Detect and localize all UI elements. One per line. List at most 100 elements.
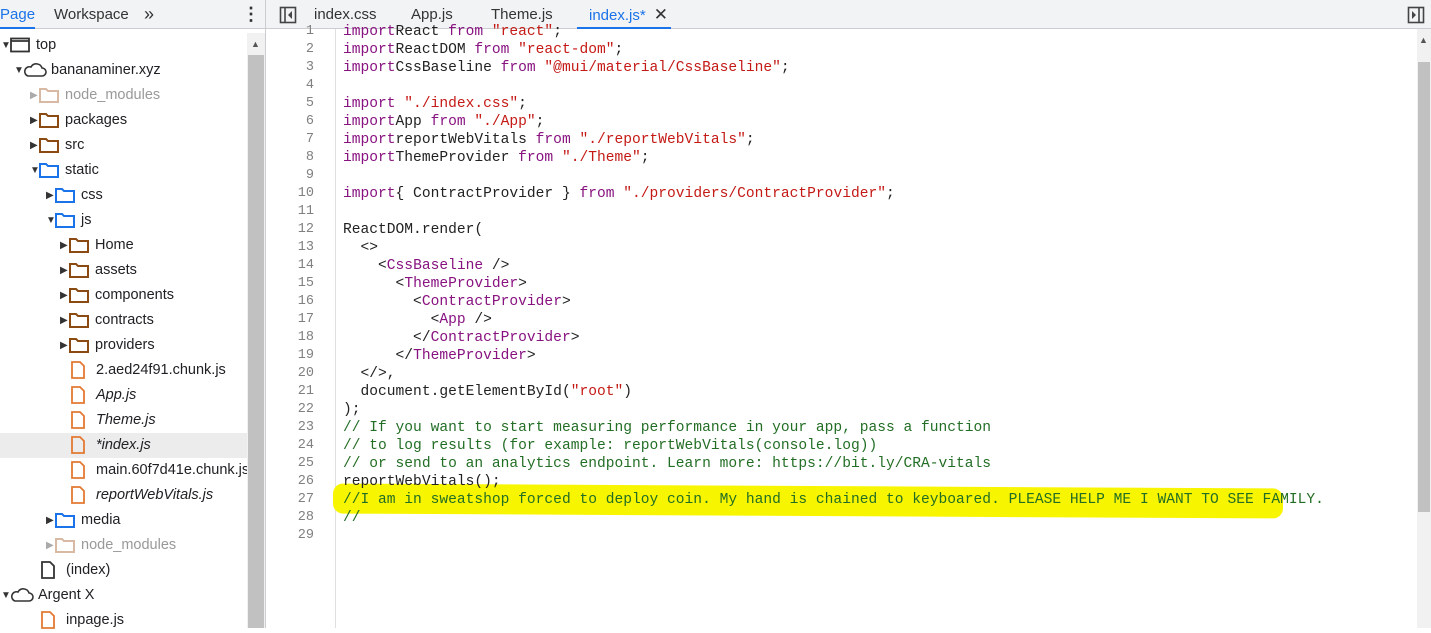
line-number[interactable]: 11 xyxy=(266,203,314,221)
tree-item[interactable]: ▼ top xyxy=(0,33,247,58)
tree-item[interactable]: ▶ node_modules xyxy=(0,83,247,108)
file-icon xyxy=(70,461,86,483)
tree-item[interactable]: Theme.js xyxy=(0,408,247,433)
caret-right-icon[interactable]: ▶ xyxy=(60,233,68,258)
line-number[interactable]: 24 xyxy=(266,437,314,455)
toggle-debugger-icon[interactable] xyxy=(1407,6,1425,24)
tree-item[interactable]: reportWebVitals.js xyxy=(0,483,247,508)
caret-right-icon[interactable]: ▶ xyxy=(60,333,68,358)
folder-icon xyxy=(55,212,75,233)
line-number[interactable]: 1 xyxy=(266,23,314,41)
tree-item[interactable]: *index.js xyxy=(0,433,247,458)
tree-item[interactable]: ▶ node_modules xyxy=(0,533,247,558)
line-number[interactable]: 14 xyxy=(266,257,314,275)
tree-scrollbar[interactable]: ▲ xyxy=(247,33,265,628)
caret-right-icon[interactable]: ▶ xyxy=(60,308,68,333)
caret-right-icon[interactable]: ▶ xyxy=(60,258,68,283)
code-token: from xyxy=(535,132,571,148)
tree-item[interactable]: ▼ js xyxy=(0,208,247,233)
tree-item[interactable]: App.js xyxy=(0,383,247,408)
tree-item[interactable]: ▶ Home xyxy=(0,233,247,258)
line-number[interactable]: 8 xyxy=(266,149,314,167)
tree-item[interactable]: ▶ assets xyxy=(0,258,247,283)
line-number[interactable]: 9 xyxy=(266,167,314,185)
line-number[interactable]: 5 xyxy=(266,95,314,113)
code-editor[interactable]: importReact from "react"; importReactDOM … xyxy=(343,23,1324,545)
caret-right-icon[interactable]: ▶ xyxy=(46,508,54,533)
code-token: "@mui/material/CssBaseline" xyxy=(535,60,781,76)
caret-right-icon[interactable]: ▶ xyxy=(46,183,54,208)
tree-item[interactable]: ▶ providers xyxy=(0,333,247,358)
tree-item[interactable]: main.60f7d41e.chunk.js xyxy=(0,458,247,483)
line-number[interactable]: 27 xyxy=(266,491,314,509)
scroll-up-arrow-icon[interactable]: ▲ xyxy=(1419,35,1428,45)
line-number[interactable]: 20 xyxy=(266,365,314,383)
tree-item[interactable]: ▶ components xyxy=(0,283,247,308)
more-tabs-chevron-double-right-icon[interactable]: » xyxy=(144,0,154,29)
tab-workspace[interactable]: Workspace xyxy=(54,0,129,29)
line-number[interactable]: 13 xyxy=(266,239,314,257)
code-token: ; xyxy=(518,96,527,112)
tree-item[interactable]: ▶ src xyxy=(0,133,247,158)
tree-item-label: css xyxy=(81,187,103,203)
line-number[interactable]: 2 xyxy=(266,41,314,59)
code-line: importApp from "./App"; xyxy=(343,113,1324,131)
tree-item[interactable]: (index) xyxy=(0,558,247,583)
line-number[interactable]: 3 xyxy=(266,59,314,77)
caret-right-icon[interactable]: ▶ xyxy=(30,83,38,108)
code-token: ContractProvider xyxy=(421,294,562,310)
line-number[interactable]: 17 xyxy=(266,311,314,329)
code-token: ; xyxy=(745,132,755,148)
kebab-menu-icon[interactable]: ⋮ xyxy=(242,0,260,29)
line-number[interactable]: 15 xyxy=(266,275,314,293)
line-number[interactable]: 21 xyxy=(266,383,314,401)
line-number[interactable]: 22 xyxy=(266,401,314,419)
caret-right-icon[interactable]: ▶ xyxy=(60,283,68,308)
tree-item[interactable]: ▶ packages xyxy=(0,108,247,133)
tree-scrollbar-thumb[interactable] xyxy=(248,55,264,628)
line-number[interactable]: 23 xyxy=(266,419,314,437)
code-token: from xyxy=(518,150,554,166)
cloud-icon xyxy=(23,62,47,83)
tree-item-label: packages xyxy=(65,112,128,128)
line-number[interactable]: 10 xyxy=(266,185,314,203)
line-number[interactable]: 19 xyxy=(266,347,314,365)
line-number[interactable]: 29 xyxy=(266,527,314,545)
tree-item[interactable]: ▼ static xyxy=(0,158,247,183)
scroll-up-arrow-icon[interactable]: ▲ xyxy=(251,39,260,49)
line-number[interactable]: 16 xyxy=(266,293,314,311)
line-number[interactable]: 28 xyxy=(266,509,314,527)
line-number[interactable]: 26 xyxy=(266,473,314,491)
line-number[interactable]: 7 xyxy=(266,131,314,149)
tree-item[interactable]: ▶ css xyxy=(0,183,247,208)
code-line: // or send to an analytics endpoint. Lea… xyxy=(343,455,1324,473)
caret-right-icon[interactable]: ▶ xyxy=(30,108,38,133)
close-icon[interactable]: ✕ xyxy=(654,5,668,24)
code-token: > xyxy=(570,330,580,346)
tree-item[interactable]: inpage.js xyxy=(0,608,247,633)
caret-right-icon[interactable]: ▶ xyxy=(30,133,38,158)
tab-page[interactable]: Page xyxy=(0,0,36,29)
line-number[interactable]: 12 xyxy=(266,221,314,239)
toggle-navigator-icon[interactable] xyxy=(279,6,297,24)
code-line: <App /> xyxy=(343,311,1324,329)
tree-item[interactable]: ▼ Argent X xyxy=(0,583,247,608)
code-token: <> xyxy=(343,240,379,256)
caret-right-icon[interactable]: ▶ xyxy=(46,533,54,558)
tree-item[interactable]: ▼ bananaminer.xyz xyxy=(0,58,247,83)
code-line: // to log results (for example: reportWe… xyxy=(343,437,1324,455)
folder-icon xyxy=(39,87,59,108)
line-number[interactable]: 25 xyxy=(266,455,314,473)
tree-item[interactable]: 2.aed24f91.chunk.js xyxy=(0,358,247,383)
line-number[interactable]: 18 xyxy=(266,329,314,347)
tree-item[interactable]: ▶ media xyxy=(0,508,247,533)
code-line: <ContractProvider> xyxy=(343,293,1324,311)
line-number[interactable]: 4 xyxy=(266,77,314,95)
editor-scrollbar-thumb[interactable] xyxy=(1418,62,1430,512)
line-number[interactable]: 6 xyxy=(266,113,314,131)
code-line: </>, xyxy=(343,365,1324,383)
tree-item[interactable]: ▶ contracts xyxy=(0,308,247,333)
code-token: // If you want to start measuring perfor… xyxy=(343,420,992,436)
editor-scrollbar[interactable]: ▲ xyxy=(1417,29,1431,628)
code-token: ThemeProvider xyxy=(413,348,527,364)
